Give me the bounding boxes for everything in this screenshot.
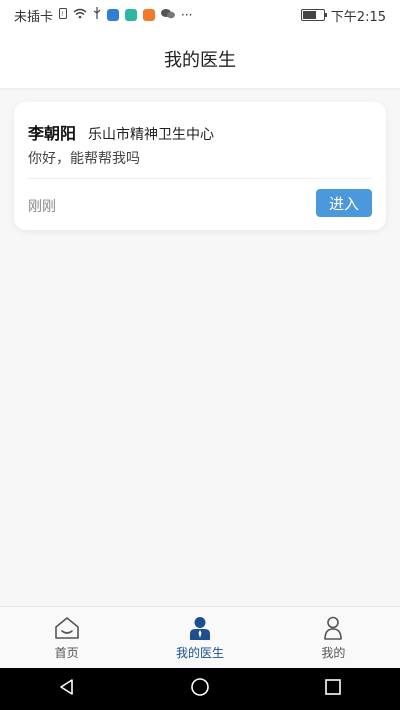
profile-icon <box>322 616 344 640</box>
svg-text:!: ! <box>61 11 63 18</box>
app-icon-blue <box>107 9 120 21</box>
back-button[interactable] <box>54 676 80 702</box>
clock: 下午2:15 <box>330 9 386 25</box>
recents-icon <box>324 678 342 700</box>
home-button[interactable] <box>187 676 213 702</box>
card-divider <box>28 178 372 179</box>
usb-icon <box>93 7 101 23</box>
battery-icon <box>300 9 327 21</box>
tab-mine-label: 我的 <box>321 645 346 660</box>
doctor-icon <box>188 616 212 640</box>
tab-home[interactable]: 首页 <box>0 607 133 669</box>
tab-my-doctor[interactable]: 我的医生 <box>133 607 266 669</box>
bottom-tab-bar: 首页 我的医生 我的 <box>0 606 400 669</box>
app-icon-teal <box>125 9 138 21</box>
wechat-icon <box>161 8 176 23</box>
home-icon <box>54 616 80 640</box>
app-icon-orange <box>143 9 156 21</box>
last-message: 你好，能帮帮我吗 <box>28 151 140 167</box>
home-circle-icon <box>190 677 210 701</box>
status-bar-right: 下午2:15 <box>300 6 400 25</box>
status-bar: 未插卡 ! ··· 下午2:15 <box>0 0 400 30</box>
sim-icon: ! <box>59 7 68 23</box>
doctor-name: 李朝阳 <box>28 124 77 143</box>
tab-my-doctor-label: 我的医生 <box>175 645 224 660</box>
more-icon: ··· <box>181 8 193 22</box>
enter-button[interactable]: 进入 <box>316 189 372 217</box>
recents-button[interactable] <box>320 676 346 702</box>
back-icon <box>58 678 76 700</box>
system-nav-bar <box>0 668 400 710</box>
card-header: 李朝阳 乐山市精神卫生中心 <box>28 120 214 144</box>
page-header: 我的医生 <box>0 30 400 88</box>
page-title: 我的医生 <box>164 50 236 71</box>
message-time: 刚刚 <box>28 199 56 215</box>
wifi-icon <box>73 8 87 23</box>
tab-home-label: 首页 <box>54 645 79 660</box>
status-bar-left: 未插卡 ! ··· <box>0 6 192 25</box>
carrier-label: 未插卡 <box>14 9 54 25</box>
hospital-name: 乐山市精神卫生中心 <box>88 127 215 143</box>
doctor-card[interactable]: 李朝阳 乐山市精神卫生中心 你好，能帮帮我吗 刚刚 进入 <box>14 102 386 230</box>
tab-mine[interactable]: 我的 <box>267 607 400 669</box>
